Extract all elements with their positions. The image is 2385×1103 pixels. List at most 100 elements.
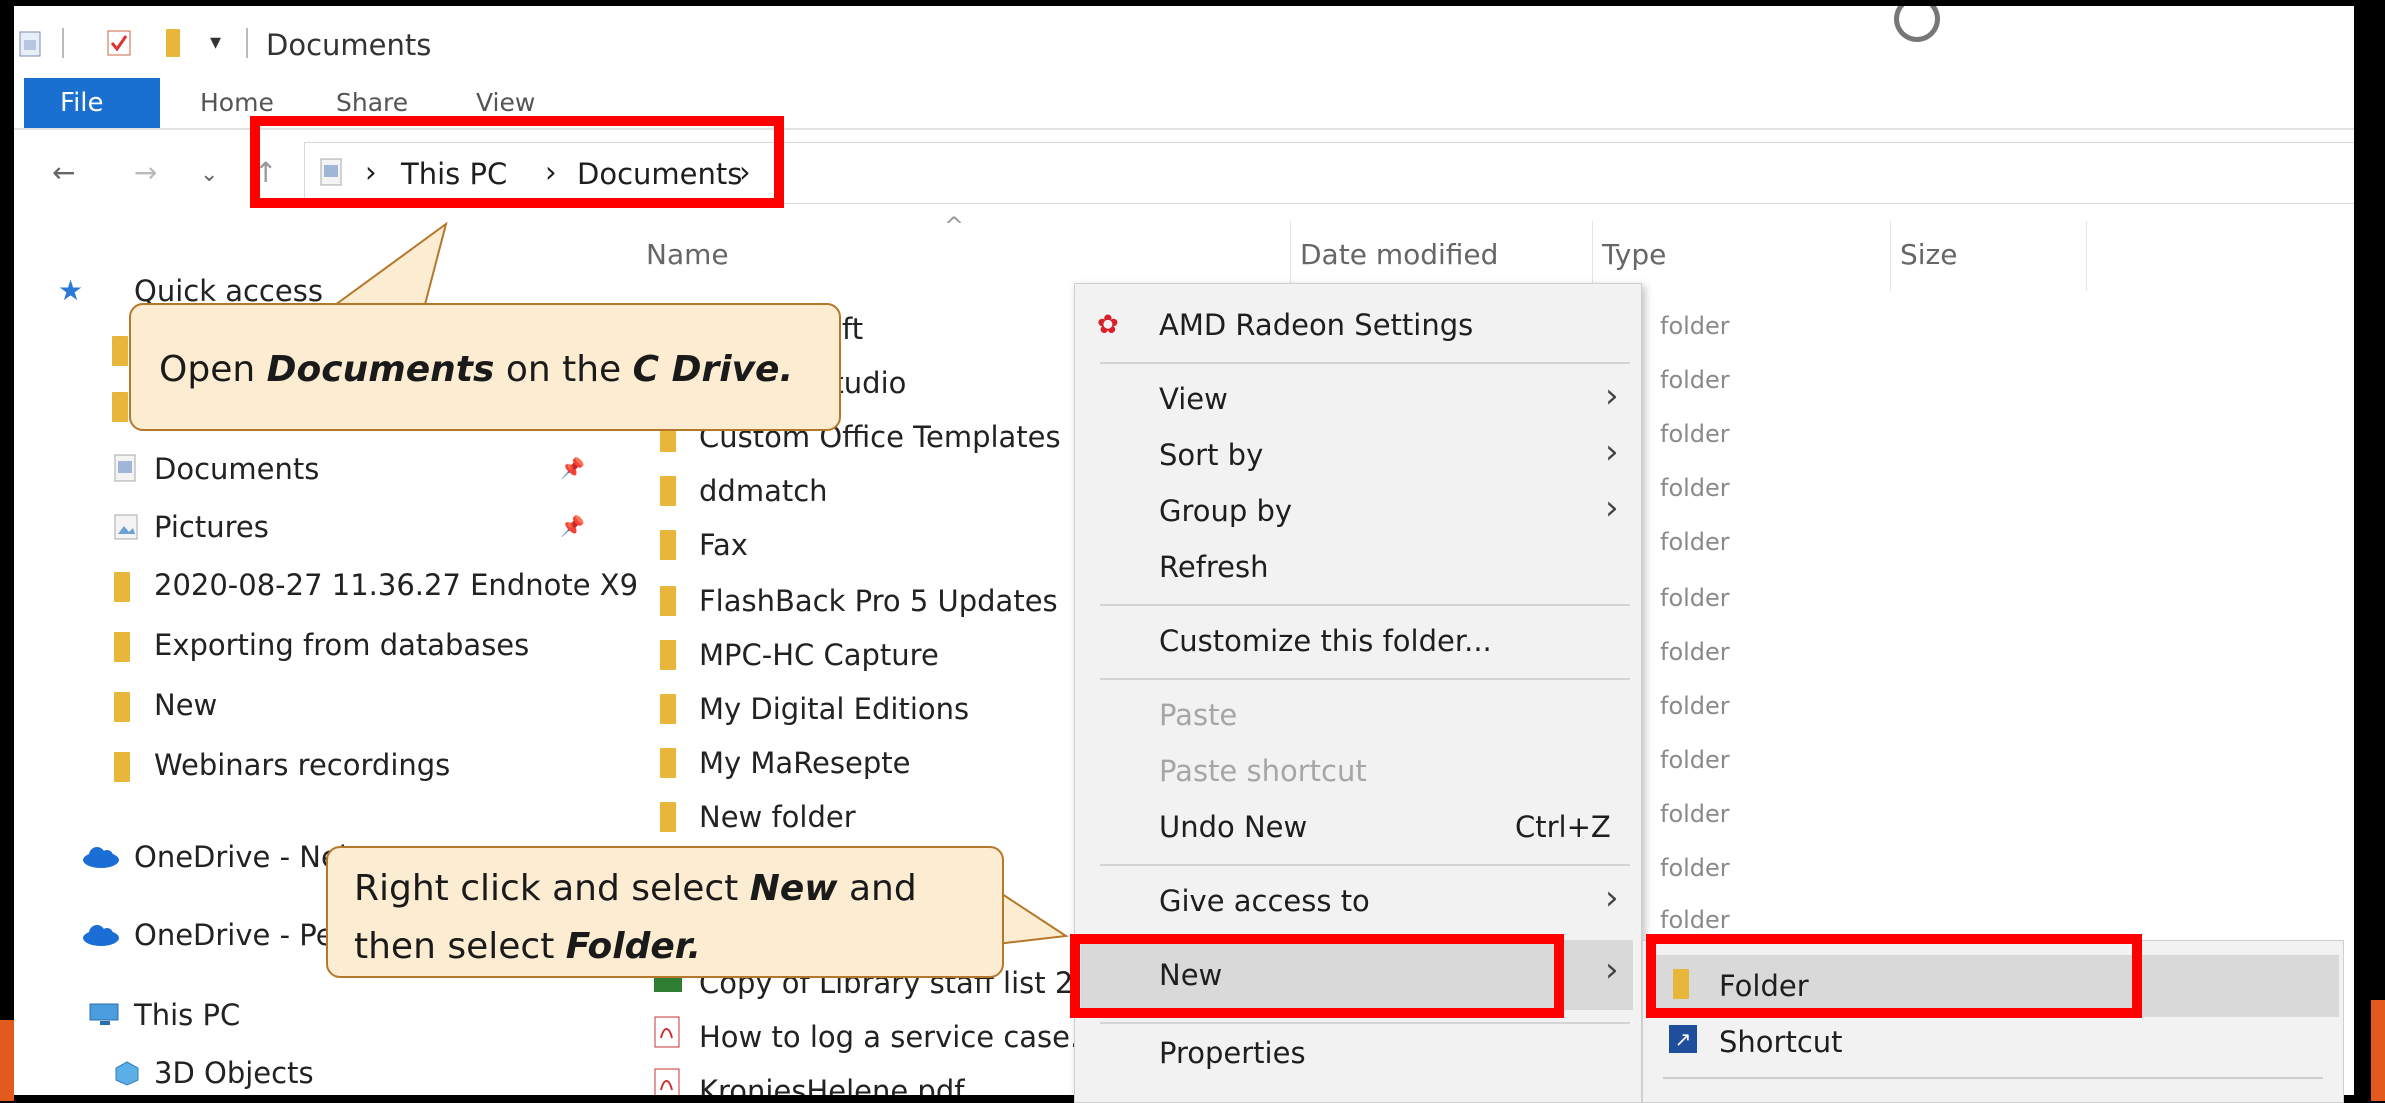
callout-new-folder: Right click and select New and then sele… [326, 846, 1004, 978]
folder-icon [114, 752, 130, 782]
menu-item-refresh[interactable]: Refresh [1159, 550, 1269, 584]
list-item[interactable]: My MaResepte [699, 746, 910, 780]
back-button[interactable]: ← [52, 156, 75, 189]
callout-text: Open [159, 349, 267, 390]
type-cell: folder [1660, 746, 1730, 774]
list-item[interactable]: ddmatch [699, 474, 828, 508]
column-header-type[interactable]: Type [1602, 238, 1666, 271]
folder-icon [112, 392, 128, 422]
folder-icon [660, 748, 676, 778]
pdf-icon [654, 1016, 680, 1048]
submenu-arrow-icon: › [1605, 432, 1619, 472]
menu-item-customize-folder[interactable]: Customize this folder... [1159, 624, 1492, 658]
list-item[interactable]: FlashBack Pro 5 Updates [699, 584, 1058, 618]
folder-icon [660, 586, 676, 616]
onedrive-icon [82, 846, 120, 868]
type-cell: folder [1660, 638, 1730, 666]
folder-icon [660, 802, 676, 832]
menu-item-paste[interactable]: Paste [1159, 698, 1237, 732]
menu-item-amd-radeon-settings[interactable]: AMD Radeon Settings [1159, 308, 1473, 342]
type-cell: folder [1660, 366, 1730, 394]
shortcut-icon: ↗ [1669, 1025, 1697, 1053]
nav-exporting-folder[interactable]: Exporting from databases [154, 628, 529, 662]
quick-access-toolbar-icon[interactable] [18, 28, 44, 58]
callout-open-documents: Open Documents on the C Drive. [129, 303, 841, 431]
type-cell: folder [1660, 906, 1730, 934]
menu-item-view[interactable]: View [1159, 382, 1228, 416]
highlight-box-folder [1646, 934, 2142, 1018]
list-item[interactable]: Fax [699, 528, 748, 562]
menu-shortcut-ctrl-z: Ctrl+Z [1515, 810, 1611, 844]
menu-item-sort-by[interactable]: Sort by [1159, 438, 1263, 472]
list-item[interactable]: MPC-HC Capture [699, 638, 939, 672]
folder-icon [660, 476, 676, 506]
list-item[interactable]: How to log a service case.pd [699, 1020, 1116, 1054]
tab-file-label: File [60, 88, 104, 118]
column-header-date-modified[interactable]: Date modified [1300, 238, 1498, 271]
folder-icon [114, 692, 130, 722]
tab-file[interactable]: File [24, 78, 160, 128]
pictures-icon [114, 514, 138, 540]
folder-icon [114, 572, 130, 602]
list-item[interactable]: My Digital Editions [699, 692, 969, 726]
submenu-arrow-icon: › [1605, 950, 1619, 990]
list-item[interactable]: KroniesHelene.pdf [699, 1074, 964, 1095]
new-folder-icon[interactable] [166, 29, 180, 57]
slide-accent [0, 1020, 14, 1101]
callout-emphasis: Folder. [565, 926, 702, 967]
highlight-box-address [250, 116, 784, 208]
nav-new-folder[interactable]: New [154, 688, 217, 722]
type-cell: folder [1660, 474, 1730, 502]
submenu-item-shortcut[interactable]: Shortcut [1719, 1025, 1843, 1059]
nav-onedrive-1[interactable]: OneDrive - Nel [134, 840, 347, 874]
type-cell: folder [1660, 584, 1730, 612]
folder-icon [660, 640, 676, 670]
folder-icon [114, 632, 130, 662]
menu-item-give-access[interactable]: Give access to [1159, 884, 1370, 918]
folder-icon [660, 530, 676, 560]
loading-indicator-icon [1894, 6, 1940, 42]
type-cell: folder [1660, 854, 1730, 882]
forward-button[interactable]: → [134, 156, 157, 189]
properties-icon[interactable] [106, 28, 132, 58]
menu-item-properties[interactable]: Properties [1159, 1036, 1306, 1070]
callout-emphasis: Documents [266, 349, 495, 390]
tab-view[interactable]: View [476, 88, 535, 117]
recent-locations-button[interactable]: ⌄ [200, 162, 218, 187]
submenu-arrow-icon: › [1605, 878, 1619, 918]
onedrive-icon [82, 924, 120, 946]
tab-share[interactable]: Share [336, 88, 408, 117]
nav-3d-objects[interactable]: 3D Objects [154, 1056, 314, 1090]
qat-dropdown-icon[interactable]: ▾ [210, 30, 221, 55]
callout-emphasis: New [749, 868, 838, 909]
nav-onedrive-2[interactable]: OneDrive - Per [134, 918, 345, 952]
submenu-arrow-icon: › [1605, 488, 1619, 528]
folder-icon [112, 336, 128, 366]
callout-text: on the [494, 349, 633, 390]
amd-radeon-icon: ✿ [1097, 310, 1119, 340]
nav-pictures[interactable]: Pictures [154, 510, 269, 544]
window-title: Documents [266, 28, 432, 62]
slide-accent [2371, 1000, 2385, 1101]
menu-item-paste-shortcut[interactable]: Paste shortcut [1159, 754, 1367, 788]
column-header-size[interactable]: Size [1900, 238, 1957, 271]
nav-documents[interactable]: Documents [154, 452, 319, 486]
menu-item-group-by[interactable]: Group by [1159, 494, 1292, 528]
callout-text: Right click and select [354, 868, 750, 909]
submenu-arrow-icon: › [1605, 376, 1619, 416]
type-cell: folder [1660, 800, 1730, 828]
3d-objects-icon [114, 1060, 140, 1086]
list-item[interactable]: ft [842, 312, 863, 346]
menu-item-undo-new[interactable]: Undo New [1159, 810, 1307, 844]
nav-endnote-folder[interactable]: 2020-08-27 11.36.27 Endnote X9 [154, 568, 638, 602]
pin-icon: 📌 [560, 456, 585, 480]
pin-icon: 📌 [560, 514, 585, 538]
tab-home[interactable]: Home [200, 88, 274, 117]
sort-ascending-icon: ^ [944, 212, 965, 240]
list-item[interactable]: New folder [699, 800, 856, 834]
documents-icon [114, 454, 136, 482]
nav-this-pc[interactable]: This PC [134, 998, 240, 1032]
highlight-box-new [1070, 934, 1564, 1018]
column-header-name[interactable]: Name [646, 238, 729, 271]
nav-webinars-folder[interactable]: Webinars recordings [154, 748, 450, 782]
